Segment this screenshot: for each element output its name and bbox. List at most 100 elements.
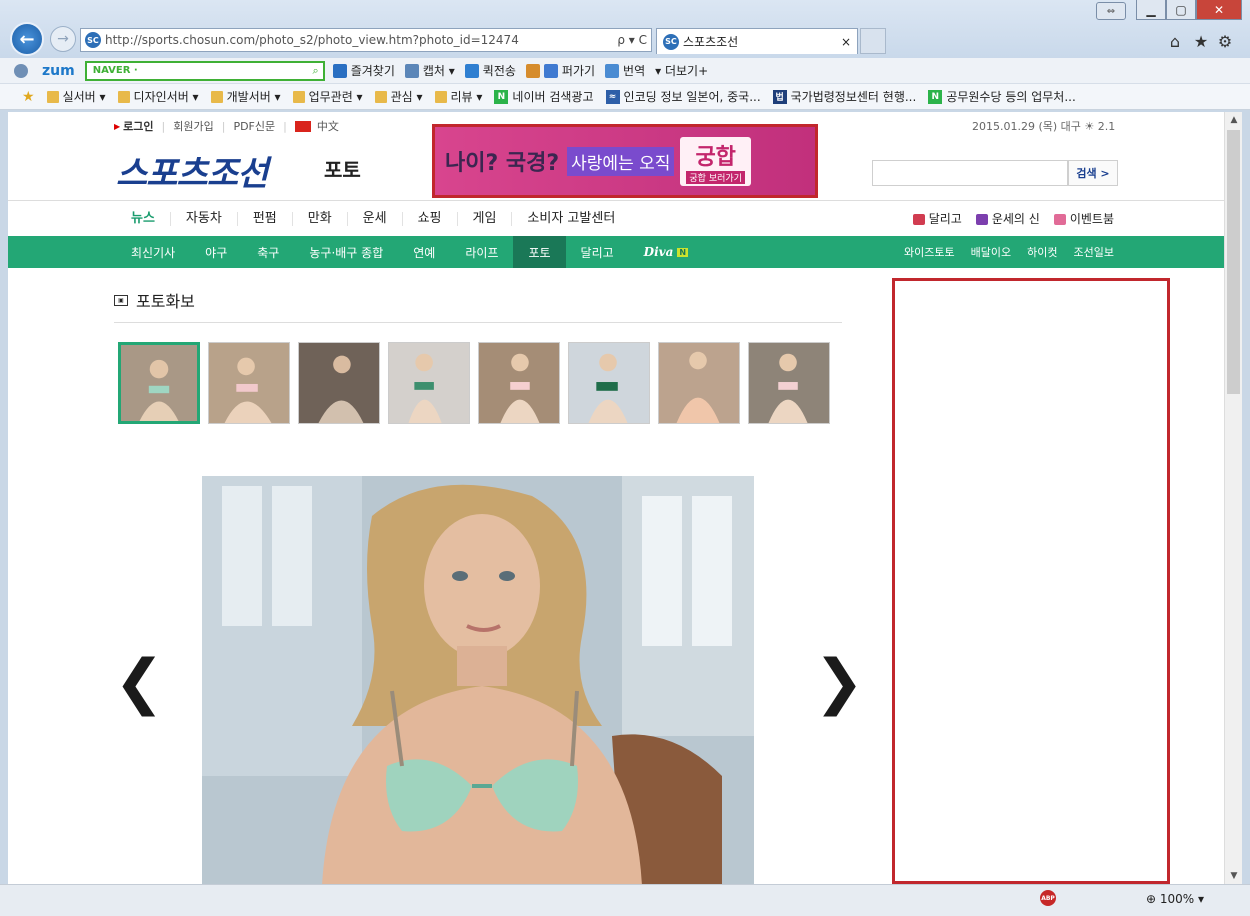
- naver-n-icon: N: [928, 89, 943, 104]
- back-button[interactable]: ←: [10, 22, 44, 56]
- scroll-down-icon[interactable]: ▼: [1225, 868, 1243, 884]
- fav-item-6[interactable]: N 네이버 검색광고: [494, 88, 594, 105]
- photo-image: [202, 476, 754, 884]
- fav-item-5[interactable]: 리뷰 ▾: [434, 88, 483, 105]
- lnb-right-item[interactable]: 와이즈토토: [904, 244, 955, 260]
- site-search-input[interactable]: [872, 160, 1068, 186]
- address-controls[interactable]: ρ ▾ C: [613, 33, 651, 47]
- fav-label: 네이버 검색광고: [512, 90, 594, 104]
- gnb-item[interactable]: 만화: [291, 211, 347, 226]
- fav-item-0[interactable]: 실서버 ▾: [46, 88, 106, 105]
- lnb-item[interactable]: 라이프: [450, 236, 513, 268]
- thumbnail[interactable]: [568, 342, 650, 424]
- chinese-link[interactable]: 中文: [317, 118, 339, 134]
- maximize-button[interactable]: ▢: [1166, 0, 1196, 20]
- thumbnail[interactable]: [478, 342, 560, 424]
- zoom-icon: ⊕: [1146, 892, 1157, 906]
- naver-search-input[interactable]: NAVER · ⌕: [84, 60, 325, 81]
- site-logo[interactable]: 스포츠조선: [116, 146, 268, 195]
- lnb-item[interactable]: 최신기사: [116, 236, 190, 268]
- favorites-star-icon[interactable]: ★: [1192, 32, 1210, 51]
- lnb-right-item[interactable]: 하이컷: [1027, 244, 1057, 260]
- site-icon: ≈: [605, 89, 620, 104]
- fav-item-9[interactable]: N 공무원수당 등의 업무처...: [928, 88, 1076, 105]
- zoom-level[interactable]: ⊕ 100% ▾: [1146, 892, 1204, 906]
- tab-active[interactable]: SC 스포츠조선 ×: [656, 28, 858, 54]
- thumbnail-selected[interactable]: [118, 342, 200, 424]
- favorites-star-icon[interactable]: ★: [22, 89, 35, 105]
- thumbnail[interactable]: [208, 342, 290, 424]
- tab-title: 스포츠조선: [683, 35, 739, 49]
- gnb-right-item[interactable]: 이벤트붐: [1054, 210, 1114, 227]
- toolbar-translate[interactable]: 번역: [605, 62, 645, 79]
- site-search-button[interactable]: 검색 >: [1068, 160, 1118, 186]
- address-bar[interactable]: SC http://sports.chosun.com/photo_s2/pho…: [80, 28, 652, 52]
- gnb-item[interactable]: 소비자 고발센터: [511, 211, 630, 226]
- lnb-right-item[interactable]: 조선일보: [1074, 244, 1114, 260]
- lnb-right-item[interactable]: 배달이오: [971, 244, 1011, 260]
- thumbnail[interactable]: [748, 342, 830, 424]
- toolbar-quicksend[interactable]: 퀵전송: [464, 62, 516, 79]
- search-icon[interactable]: ⌕: [309, 64, 323, 78]
- gnb-item[interactable]: 펀펌: [236, 211, 292, 226]
- lnb-item[interactable]: 야구: [190, 236, 242, 268]
- zum-button[interactable]: zum: [42, 63, 75, 79]
- gnb-item[interactable]: 운세: [346, 211, 402, 226]
- fav-item-8[interactable]: 법 국가법령정보센터 현행...: [772, 88, 916, 105]
- next-photo-button[interactable]: ❯: [814, 652, 864, 712]
- toolbar-more-label: ▾ 더보기+: [655, 64, 709, 78]
- compat-view-icon[interactable]: ⇔: [1096, 2, 1126, 20]
- main-nav: 뉴스 자동차 펀펌 만화 운세 쇼핑 게임 소비자 고발센터 달리고 운세의 신…: [8, 200, 1224, 236]
- thumbnail[interactable]: [388, 342, 470, 424]
- new-tab-button[interactable]: [860, 28, 886, 54]
- login-link[interactable]: 로그인: [123, 118, 153, 134]
- gnb-item[interactable]: 뉴스: [116, 211, 170, 226]
- scroll-up-icon[interactable]: ▲: [1225, 112, 1243, 128]
- zoom-value: 100%: [1159, 892, 1195, 906]
- vertical-scrollbar[interactable]: ▲ ▼: [1224, 112, 1242, 884]
- scroll-thumb[interactable]: [1227, 130, 1240, 394]
- forward-button[interactable]: →: [50, 26, 76, 52]
- toolbar-more[interactable]: ▾ 더보기+: [655, 62, 708, 79]
- lnb-item-active[interactable]: 포토: [513, 236, 566, 268]
- gnb-right-item[interactable]: 달리고: [913, 210, 962, 227]
- fav-label: 공무원수당 등의 업무처...: [946, 90, 1076, 104]
- fav-item-7[interactable]: ≈ 인코딩 정보 일본어, 중국...: [605, 88, 761, 105]
- fav-item-3[interactable]: 업무관련 ▾: [292, 88, 363, 105]
- adblock-icon[interactable]: ABP: [1040, 890, 1056, 906]
- home-icon[interactable]: ⌂: [1166, 32, 1184, 51]
- lnb-item[interactable]: 축구: [242, 236, 294, 268]
- thumbnail[interactable]: [658, 342, 740, 424]
- gnb-item[interactable]: 쇼핑: [401, 211, 457, 226]
- fav-item-4[interactable]: 관심 ▾: [374, 88, 423, 105]
- prev-photo-button[interactable]: ❮: [114, 652, 164, 712]
- site-logo-sub[interactable]: 포토: [324, 154, 361, 183]
- lnb-item[interactable]: 연예: [398, 236, 450, 268]
- gnb-right-item[interactable]: 운세의 신: [976, 210, 1040, 227]
- gnb-item[interactable]: 자동차: [169, 211, 237, 226]
- toolbar-favorites[interactable]: 즐겨찾기: [332, 62, 395, 79]
- thumbnail[interactable]: [298, 342, 380, 424]
- fav-item-1[interactable]: 디자인서버 ▾: [117, 88, 199, 105]
- banner-text-3: 궁합: [695, 144, 736, 170]
- toolbar-menu-icon[interactable]: [14, 63, 32, 78]
- tab-close-button[interactable]: ×: [841, 35, 851, 49]
- fav-item-2[interactable]: 개발서버 ▾: [210, 88, 281, 105]
- lnb-item[interactable]: 농구·배구 종합: [294, 236, 398, 268]
- minimize-button[interactable]: ▁: [1136, 0, 1166, 20]
- ad-banner[interactable]: 나이? 국경? 사랑에는 오직 궁합 궁합 보러가기: [432, 124, 818, 198]
- pdf-link[interactable]: PDF신문: [233, 118, 275, 134]
- join-link[interactable]: 회원가입: [173, 118, 213, 134]
- photo-icon: ▣: [114, 294, 128, 306]
- lnb-item[interactable]: 달리고: [566, 236, 629, 268]
- side-ad-area[interactable]: [892, 278, 1170, 884]
- toolbar-capture[interactable]: 캡처 ▾: [404, 62, 455, 79]
- gnb-item[interactable]: 게임: [456, 211, 512, 226]
- law-site-icon: 법: [772, 89, 787, 104]
- toolbar-share[interactable]: 퍼가기: [525, 62, 595, 79]
- lnb-item-diva[interactable]: Diva N: [629, 236, 703, 268]
- fav-label: 리뷰 ▾: [450, 90, 483, 104]
- settings-gear-icon[interactable]: ⚙: [1216, 32, 1234, 51]
- close-window-button[interactable]: ✕: [1196, 0, 1242, 20]
- address-url[interactable]: http://sports.chosun.com/photo_s2/photo_…: [105, 33, 613, 47]
